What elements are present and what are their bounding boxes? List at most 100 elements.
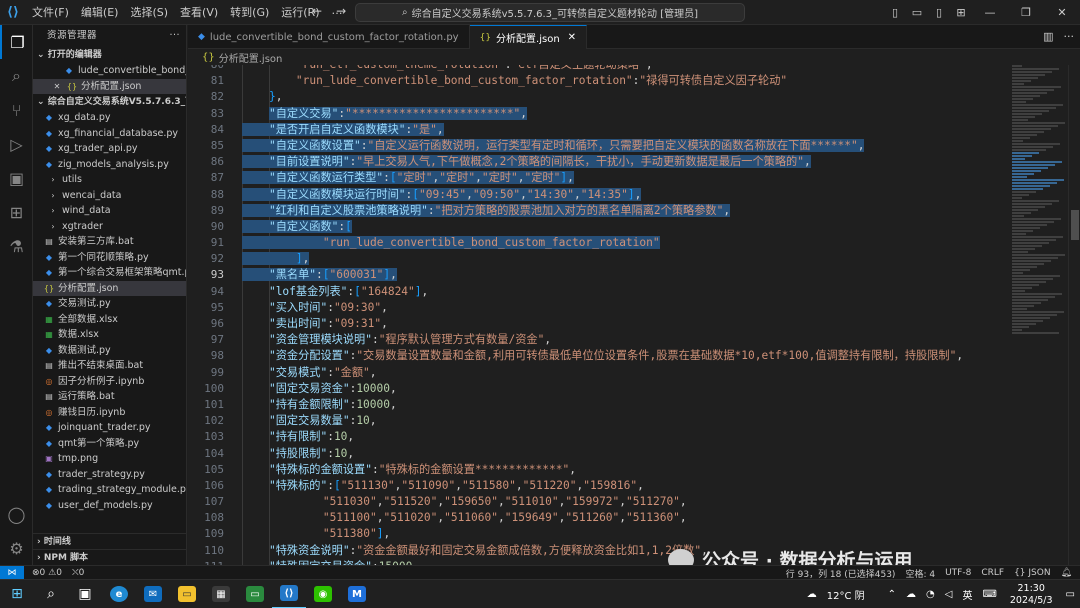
folder-item[interactable]: › wind_data	[33, 203, 186, 219]
code-line[interactable]: 84 "是否开启自定义函数模块":"是",	[188, 122, 1008, 138]
close-button[interactable]: ✕	[1044, 6, 1080, 19]
file-item[interactable]: ◆ xg_data.py	[33, 110, 186, 126]
scrollbar-thumb[interactable]	[1071, 210, 1079, 240]
code-line[interactable]: 108 "511100","511020","511060","159649",…	[188, 510, 1008, 526]
file-item[interactable]: ▤ 安装第三方库.bat	[33, 234, 186, 250]
toggle-secondary-icon[interactable]: ▯	[928, 6, 950, 19]
run-debug-icon[interactable]: ▷	[0, 127, 33, 161]
vscode-app-icon[interactable]: ⟨⟩	[272, 580, 306, 608]
command-center[interactable]: ⌕ 综合自定义交易系统v5.5.7.6.3_可转债自定义题材轮动 [管理员]	[355, 3, 745, 22]
menu-item[interactable]: 选择(S)	[124, 4, 174, 20]
open-editor-item[interactable]: ✕ {} 分析配置.json	[33, 78, 186, 95]
menu-item[interactable]: 转到(G)	[224, 4, 275, 20]
code-line[interactable]: 97 "资金管理模块说明":"程序默认管理方式有数量/资金",	[188, 332, 1008, 348]
code-line[interactable]: 104 "持股限制":10,	[188, 446, 1008, 462]
notifications-bell-icon[interactable]: 🔔︎	[1061, 568, 1072, 578]
code-line[interactable]: 95 "买入时间":"09:30",	[188, 300, 1008, 316]
file-item[interactable]: ◆ zig_models_analysis.py	[33, 157, 186, 173]
folder-item[interactable]: › wencai_data	[33, 188, 186, 204]
code-line[interactable]: 94 "lof基金列表":["164824"],	[188, 284, 1008, 300]
notification-icon[interactable]: ▭	[1066, 589, 1075, 600]
code-editor[interactable]: 80 "run_etf_custom_theme_rotation":"etf自…	[188, 65, 1008, 565]
maximize-button[interactable]: ❐	[1008, 6, 1044, 19]
file-explorer-icon[interactable]: ▭	[170, 580, 204, 608]
problems-indicator[interactable]: ⊗0 ⚠0	[32, 568, 62, 578]
code-line[interactable]: 98 "资金分配设置":"交易数量设置数量和金额,利用可转债最低单位位设置条件,…	[188, 348, 1008, 364]
search-icon[interactable]: ⌕	[34, 580, 68, 608]
npm-scripts-header[interactable]: › NPM 脚本	[33, 549, 186, 565]
wechat-app-icon[interactable]: ◉	[306, 580, 340, 608]
file-item[interactable]: ◎ 赚钱日历.ipynb	[33, 405, 186, 421]
split-editor-icon[interactable]: ▥	[1043, 30, 1053, 43]
file-item[interactable]: ◆ 第一个综合交易框架策略qmt.py	[33, 265, 186, 281]
code-line[interactable]: 109 "511380"],	[188, 526, 1008, 542]
network-icon[interactable]: ◔	[926, 589, 935, 600]
file-item[interactable]: ◆ qmt第一个策略.py	[33, 436, 186, 452]
weather-text[interactable]: 12°C 阴	[827, 587, 865, 602]
folder-item[interactable]: › utils	[33, 172, 186, 188]
code-line[interactable]: 107 "511030","511520","159650","511010",…	[188, 494, 1008, 510]
account-icon[interactable]: ◯	[0, 497, 33, 531]
keyboard-icon[interactable]: ⌨	[982, 589, 996, 600]
code-line[interactable]: 80 "run_etf_custom_theme_rotation":"etf自…	[188, 65, 1008, 73]
source-control-icon[interactable]: ⑂	[0, 93, 33, 127]
weather-icon[interactable]: ☁	[807, 589, 817, 600]
code-line[interactable]: 101 "持有金额限制":10000,	[188, 397, 1008, 413]
code-line[interactable]: 102 "固定交易数量":10,	[188, 413, 1008, 429]
file-item[interactable]: ◆ trader_strategy.py	[33, 467, 186, 483]
mail-icon[interactable]: ✉	[136, 580, 170, 608]
folder-item[interactable]: › xgtrader	[33, 219, 186, 235]
layout-icon[interactable]: ⊞	[950, 6, 972, 19]
file-item[interactable]: ◎ 因子分析例子.ipynb	[33, 374, 186, 390]
terminal-app-icon[interactable]: ▭	[238, 580, 272, 608]
code-line[interactable]: 91 "run_lude_convertible_bond_custom_fac…	[188, 235, 1008, 251]
file-item[interactable]: ▤ 推出不结束桌面.bat	[33, 358, 186, 374]
code-line[interactable]: 88 "自定义函数模块运行时间":["09:45","09:50","14:30…	[188, 187, 1008, 203]
more-actions-icon[interactable]: ···	[1064, 30, 1075, 43]
file-item[interactable]: ▤ 运行策略.bat	[33, 389, 186, 405]
settings-gear-icon[interactable]: ⚙	[0, 531, 33, 565]
extensions-icon[interactable]: ⊞	[0, 195, 33, 229]
status-item[interactable]: CRLF	[981, 568, 1004, 578]
minimize-button[interactable]: —	[972, 6, 1008, 19]
code-line[interactable]: 85 "自定义函数设置":"自定义运行函数说明，运行类型有定时和循环，只需要把自…	[188, 138, 1008, 154]
code-line[interactable]: 92 ],	[188, 251, 1008, 267]
tab-python-file[interactable]: ◆ ludе_convertible_bond_custom_factor_ro…	[188, 25, 470, 49]
close-icon[interactable]: ✕	[51, 79, 63, 95]
code-line[interactable]: 103 "持有限制":10,	[188, 429, 1008, 445]
code-line[interactable]: 105 "特殊标的金额设置":"特殊标的金额设置*************",	[188, 462, 1008, 478]
menu-item[interactable]: 编辑(E)	[75, 4, 125, 20]
status-item[interactable]: {} JSON	[1014, 568, 1051, 578]
file-item[interactable]: ◆ xg_trader_api.py	[33, 141, 186, 157]
code-line[interactable]: 83 "自定义交易":"************************",	[188, 106, 1008, 122]
code-line[interactable]: 90 "自定义函数":[	[188, 219, 1008, 235]
onedrive-icon[interactable]: ☁	[906, 589, 916, 600]
file-item[interactable]: ◆ joinquant_trader.py	[33, 420, 186, 436]
volume-icon[interactable]: ◁	[945, 589, 953, 600]
remote-explorer-icon[interactable]: ▣	[0, 161, 33, 195]
code-line[interactable]: 106 "特殊标的":["511130","511090","511580","…	[188, 478, 1008, 494]
open-editors-header[interactable]: ⌄ 打开的编辑器	[33, 47, 186, 63]
file-item[interactable]: ◆ 交易测试.py	[33, 296, 186, 312]
code-line[interactable]: 99 "交易模式":"金额",	[188, 365, 1008, 381]
breadcrumb[interactable]: {} 分析配置.json	[188, 49, 1080, 65]
markdown-app-icon[interactable]: M	[340, 580, 374, 608]
code-line[interactable]: 89 "红利和自定义股票池策略说明":"把对方策略的股票池加入对方的黑名单隔离2…	[188, 203, 1008, 219]
start-windows-icon[interactable]: ⊞	[0, 580, 34, 608]
project-folder-header[interactable]: ⌄ 综合自定义交易系统V5.5.7.6.3_可转...	[33, 94, 186, 110]
status-item[interactable]: UTF-8	[945, 568, 971, 578]
open-editor-item[interactable]: ◆ ludе_convertible_bond_c...	[33, 63, 186, 79]
minimap[interactable]	[1008, 65, 1068, 565]
file-item[interactable]: {} 分析配置.json	[33, 280, 186, 296]
file-item[interactable]: ◆ 数据测试.py	[33, 343, 186, 359]
status-item[interactable]: 空格: 4	[905, 567, 935, 580]
code-line[interactable]: 87 "自定义函数运行类型":["定时","定时","定时","定时"],	[188, 170, 1008, 186]
forward-arrow-icon[interactable]: →	[336, 4, 346, 18]
file-item[interactable]: ◆ 第一个同花顺策略.py	[33, 250, 186, 266]
toggle-sidebar-icon[interactable]: ▯	[884, 6, 906, 19]
file-item[interactable]: ◆ trading_strategy_module.py	[33, 482, 186, 498]
remote-indicator-icon[interactable]: ⋈	[0, 565, 24, 580]
tab-json-file[interactable]: {} 分析配置.json ✕	[469, 25, 588, 49]
more-actions-icon[interactable]: ···	[169, 25, 180, 47]
back-arrow-icon[interactable]: ←	[312, 4, 322, 18]
